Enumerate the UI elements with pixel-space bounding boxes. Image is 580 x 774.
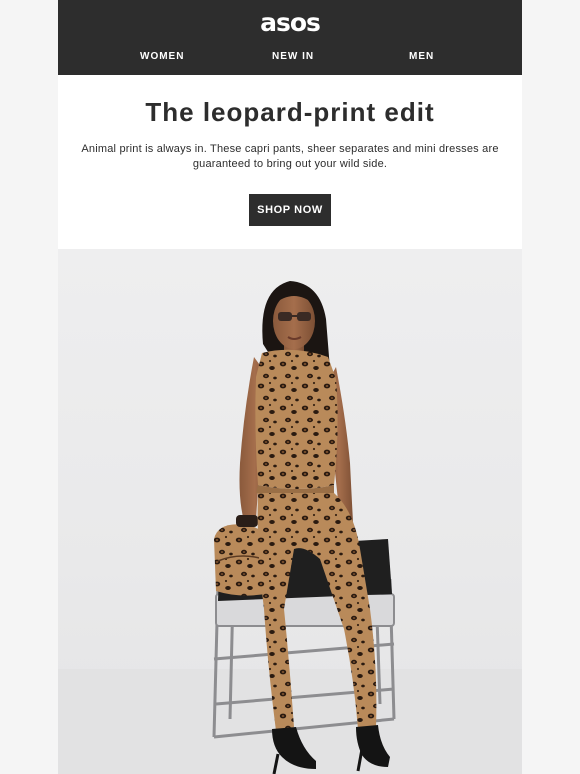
leopard-top xyxy=(255,349,338,489)
hero-description: Animal print is always in. These capri p… xyxy=(81,143,499,170)
main-nav: WOMEN NEW IN MEN xyxy=(58,50,522,64)
face xyxy=(273,293,315,349)
hero-text-section: The leopard-print edit Animal print is a… xyxy=(58,75,522,249)
model-illustration xyxy=(58,281,522,774)
hero-product-image[interactable] xyxy=(58,249,522,774)
nav-link-men[interactable]: MEN xyxy=(409,50,434,64)
nav-link-women[interactable]: WOMEN xyxy=(140,50,184,64)
email-container: asos WOMEN NEW IN MEN The leopard-print … xyxy=(58,0,522,774)
nav-link-new-in[interactable]: NEW IN xyxy=(272,50,314,64)
page-title: The leopard-print edit xyxy=(145,97,435,127)
shop-now-button[interactable]: SHOP NOW xyxy=(249,194,331,226)
header-bar: asos WOMEN NEW IN MEN xyxy=(58,0,522,75)
asos-logo[interactable]: asos xyxy=(58,9,522,37)
